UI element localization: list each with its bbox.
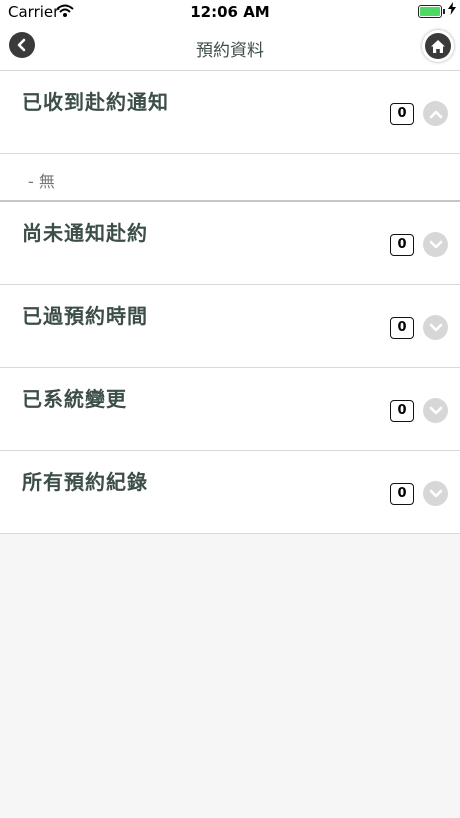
battery-tip [443,9,445,14]
empty-state-text: - 無 [28,172,55,191]
count-badge: 0 [390,317,414,339]
section-not-notified[interactable]: 尚未通知赴約 0 [0,202,460,285]
section-title: 已收到赴約通知 [22,90,169,114]
nav-bar: 預約資料 [0,24,460,71]
collapse-button[interactable] [423,101,448,126]
section-title: 已系統變更 [22,387,127,411]
count-badge: 0 [390,103,414,125]
expand-button[interactable] [423,315,448,340]
section-expired[interactable]: 已過預約時間 0 [0,285,460,368]
section-notified[interactable]: 已收到赴約通知 0 [0,71,460,154]
chevron-down-icon [429,323,442,331]
chevron-down-icon [429,240,442,248]
section-title: 所有預約紀錄 [22,470,148,494]
section-system-changed[interactable]: 已系統變更 0 [0,368,460,451]
home-icon [431,39,445,53]
expand-button[interactable] [423,232,448,257]
empty-state-row: - 無 [0,154,460,202]
expand-button[interactable] [423,398,448,423]
chevron-down-icon [429,406,442,414]
count-badge: 0 [390,234,414,256]
count-badge: 0 [390,483,414,505]
page-title: 預約資料 [196,41,264,61]
status-bar: Carrier 12:06 AM [0,0,460,24]
home-button[interactable] [422,30,454,62]
battery-icon [418,5,442,18]
section-title: 尚未通知赴約 [22,221,148,245]
chevron-down-icon [429,489,442,497]
appointment-sections: 已收到赴約通知 0 - 無 尚未通知赴約 0 已過預約時間 0 已系統變更 0 [0,71,460,534]
clock: 12:06 AM [190,3,270,21]
expand-button[interactable] [423,481,448,506]
count-badge: 0 [390,400,414,422]
charging-icon [448,2,456,19]
chevron-up-icon [429,110,442,118]
section-title: 已過預約時間 [22,304,148,328]
section-all-records[interactable]: 所有預約紀錄 0 [0,451,460,534]
